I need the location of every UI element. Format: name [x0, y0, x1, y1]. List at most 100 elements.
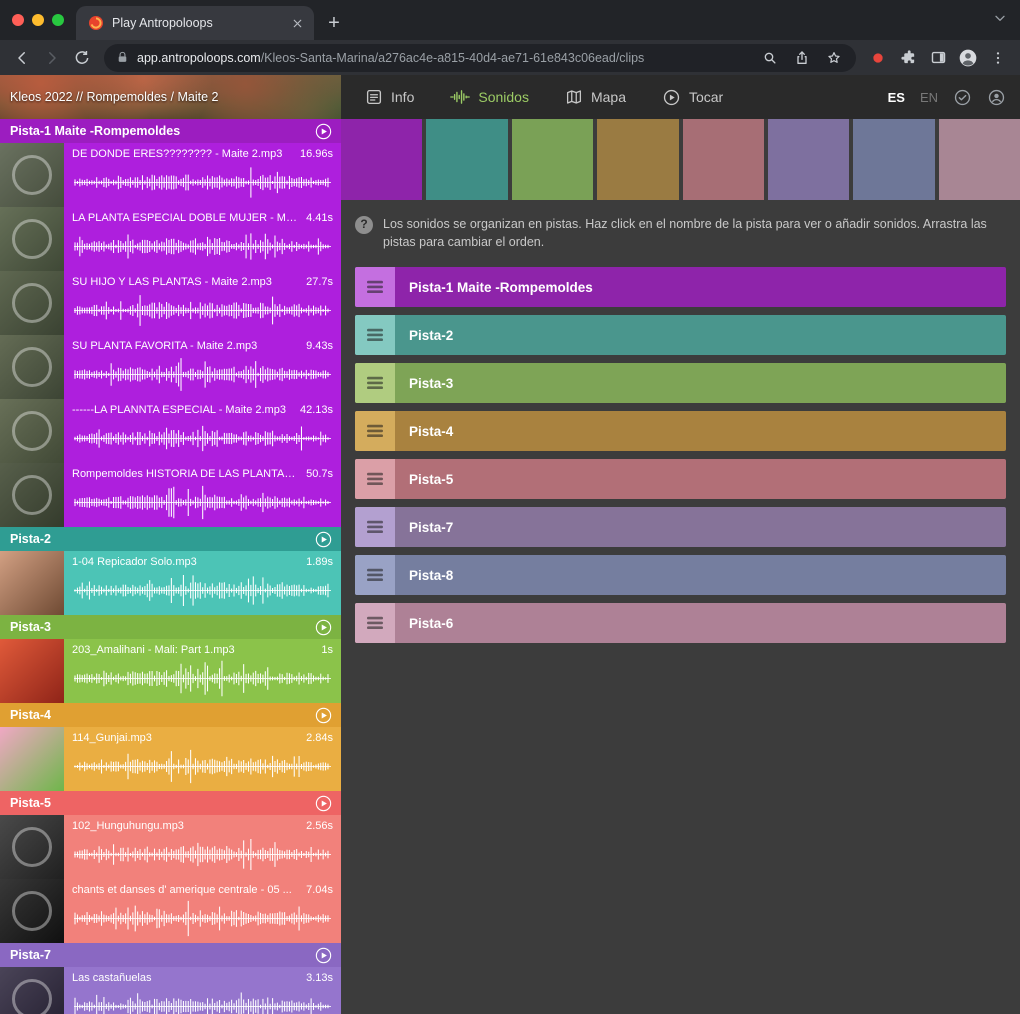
minimize-window-button[interactable] — [32, 14, 44, 26]
zoom-icon[interactable] — [756, 44, 784, 72]
drag-handle-icon[interactable] — [355, 411, 395, 451]
clip-info: 203_Amalihani - Mali: Part 1.mp31s — [72, 644, 333, 656]
clip-thumbnail — [0, 551, 64, 615]
browser-tab[interactable]: Play Antropoloops — [76, 6, 314, 40]
drag-handle-icon[interactable] — [355, 315, 395, 355]
clip-title: ------LA PLANNTA ESPECIAL - Maite 2.mp3 — [72, 404, 292, 416]
clip-duration: 3.13s — [306, 972, 333, 984]
clip-item[interactable]: LA PLANTA ESPECIAL DOBLE MUJER - Mai...4… — [0, 207, 341, 271]
browser-menu-kebab-icon[interactable] — [984, 44, 1012, 72]
track-row[interactable]: Pista-6 — [355, 603, 1006, 643]
lock-icon[interactable] — [116, 51, 129, 64]
back-icon[interactable] — [8, 44, 36, 72]
drag-handle-icon[interactable] — [355, 507, 395, 547]
forward-icon[interactable] — [38, 44, 66, 72]
new-tab-button[interactable]: + — [320, 9, 348, 37]
clip-body: 203_Amalihani - Mali: Part 1.mp31s — [64, 639, 341, 703]
track-row[interactable]: Pista-5 — [355, 459, 1006, 499]
share-icon[interactable] — [788, 44, 816, 72]
side-panel-icon[interactable] — [924, 44, 952, 72]
clip-duration: 2.84s — [306, 732, 333, 744]
drag-handle-icon[interactable] — [355, 363, 395, 403]
clip-duration: 16.96s — [300, 148, 333, 160]
track-row-label: Pista-8 — [395, 555, 1006, 595]
track-play-button[interactable] — [315, 947, 332, 964]
track-row[interactable]: Pista-8 — [355, 555, 1006, 595]
clip-item[interactable]: Rompemoldes HISTORIA DE LAS PLANTAS...50… — [0, 463, 341, 527]
clip-item[interactable]: 114_Gunjai.mp32.84s — [0, 727, 341, 791]
track-row[interactable]: Pista-1 Maite -Rompemoldes — [355, 267, 1006, 307]
url-text[interactable]: app.antropoloops.com/Kleos-Santa-Marina/… — [137, 51, 756, 65]
clip-thumbnail — [0, 967, 64, 1014]
track-header[interactable]: Pista-4 — [0, 703, 341, 727]
track-row[interactable]: Pista-4 — [355, 411, 1006, 451]
track-header[interactable]: Pista-3 — [0, 615, 341, 639]
track-play-button[interactable] — [315, 619, 332, 636]
track-header[interactable]: Pista-2 — [0, 527, 341, 551]
track-play-button[interactable] — [315, 531, 332, 548]
clip-item[interactable]: 102_Hunguhungu.mp32.56s — [0, 815, 341, 879]
nav-item-info[interactable]: Info — [365, 88, 414, 106]
drag-handle-icon[interactable] — [355, 603, 395, 643]
track-column-swatch — [512, 119, 593, 200]
nav-item-tocar[interactable]: Tocar — [662, 88, 723, 107]
drag-handle-icon[interactable] — [355, 267, 395, 307]
breadcrumb[interactable]: Kleos 2022 // Rompemoldes / Maite 2 — [0, 75, 341, 119]
clip-item[interactable]: DE DONDE ERES???????? - Maite 2.mp3 16.96… — [0, 143, 341, 207]
clip-body: 114_Gunjai.mp32.84s — [64, 727, 341, 791]
clip-waveform — [72, 834, 333, 875]
zoom-window-button[interactable] — [52, 14, 64, 26]
track-row[interactable]: Pista-7 — [355, 507, 1006, 547]
lang-es-button[interactable]: ES — [888, 90, 905, 105]
loop-ring-icon — [12, 155, 52, 195]
profile-avatar-icon[interactable] — [954, 44, 982, 72]
check-circle-icon[interactable] — [953, 88, 972, 107]
clip-item[interactable]: chants et danses d' amerique centrale - … — [0, 879, 341, 943]
clip-item[interactable]: 203_Amalihani - Mali: Part 1.mp31s — [0, 639, 341, 703]
clip-duration: 4.41s — [306, 212, 333, 224]
extensions-puzzle-icon[interactable] — [894, 44, 922, 72]
clip-waveform — [72, 570, 333, 611]
track-row[interactable]: Pista-3 — [355, 363, 1006, 403]
record-extension-icon[interactable] — [864, 44, 892, 72]
question-icon: ? — [355, 216, 373, 234]
nav-item-sonidos[interactable]: Sonidos — [450, 89, 529, 105]
nav-label: Info — [391, 89, 414, 105]
reload-icon[interactable] — [68, 44, 96, 72]
clip-item[interactable]: Las castañuelas3.13s — [0, 967, 341, 1014]
help-text: Los sonidos se organizan en pistas. Haz … — [383, 215, 1002, 251]
clip-duration: 42.13s — [300, 404, 333, 416]
clip-waveform — [72, 898, 333, 939]
track-header[interactable]: Pista-7 — [0, 943, 341, 967]
track-color-columns — [341, 119, 1020, 200]
clip-title: DE DONDE ERES???????? - Maite 2.mp3 — [72, 148, 292, 160]
nav-item-mapa[interactable]: Mapa — [565, 88, 626, 106]
clip-body: chants et danses d' amerique centrale - … — [64, 879, 341, 943]
tab-close-icon[interactable] — [288, 14, 306, 32]
track-row[interactable]: Pista-2 — [355, 315, 1006, 355]
clip-item[interactable]: ------LA PLANNTA ESPECIAL - Maite 2.mp3 4… — [0, 399, 341, 463]
account-icon[interactable] — [987, 88, 1006, 107]
track-play-button[interactable] — [315, 707, 332, 724]
clip-item[interactable]: SU PLANTA FAVORITA - Maite 2.mp39.43s — [0, 335, 341, 399]
track-header[interactable]: Pista-5 — [0, 791, 341, 815]
clip-thumbnail — [0, 335, 64, 399]
drag-handle-icon[interactable] — [355, 459, 395, 499]
track-header[interactable]: Pista-1 Maite -Rompemoldes — [0, 119, 341, 143]
url-path: /Kleos-Santa-Marina/a276ac4e-a815-40d4-a… — [261, 51, 645, 65]
tab-search-chevron-icon[interactable] — [992, 10, 1008, 31]
clip-item[interactable]: SU HIJO Y LAS PLANTAS - Maite 2.mp327.7s — [0, 271, 341, 335]
track-row-label: Pista-3 — [395, 363, 1006, 403]
address-bar[interactable]: app.antropoloops.com/Kleos-Santa-Marina/… — [104, 44, 856, 72]
close-window-button[interactable] — [12, 14, 24, 26]
track-play-button[interactable] — [315, 123, 332, 140]
track-play-button[interactable] — [315, 795, 332, 812]
lang-en-button[interactable]: EN — [920, 90, 938, 105]
waveform-icon — [450, 89, 470, 105]
clip-thumbnail — [0, 639, 64, 703]
clip-title: 203_Amalihani - Mali: Part 1.mp3 — [72, 644, 313, 656]
bookmark-star-icon[interactable] — [820, 44, 848, 72]
track-name-label: Pista-5 — [10, 796, 315, 810]
clip-item[interactable]: 1-04 Repicador Solo.mp31.89s — [0, 551, 341, 615]
drag-handle-icon[interactable] — [355, 555, 395, 595]
